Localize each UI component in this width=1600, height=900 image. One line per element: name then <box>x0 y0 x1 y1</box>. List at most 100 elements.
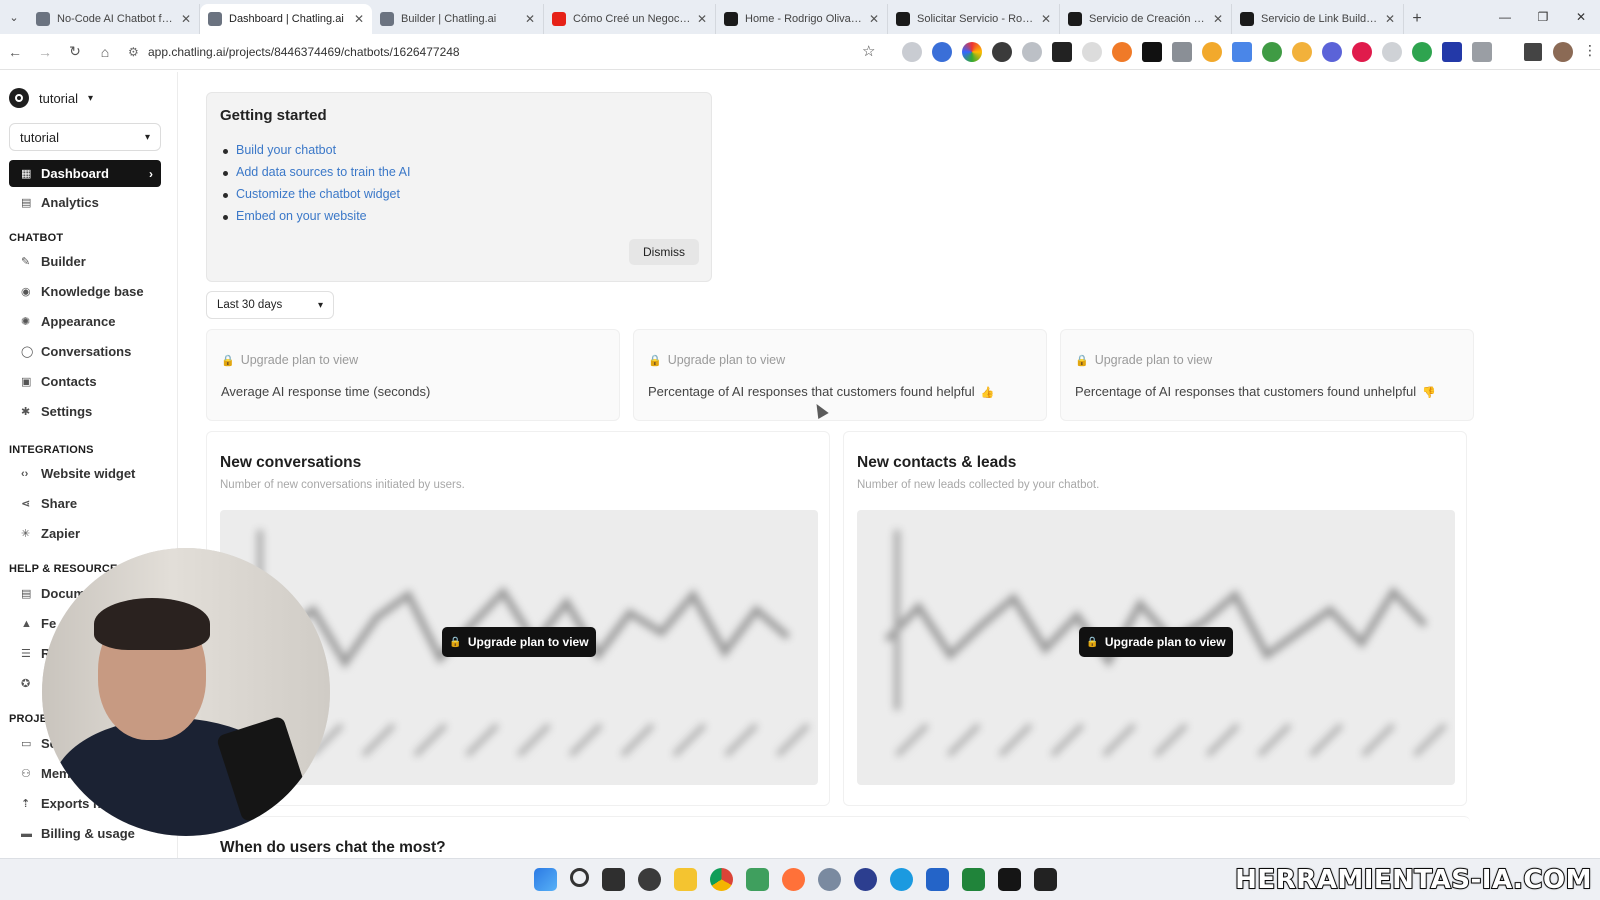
tab-close-icon[interactable]: ✕ <box>1213 12 1223 26</box>
ext-icon-f[interactable] <box>1052 42 1072 62</box>
close-window-icon[interactable]: ✕ <box>1562 0 1600 34</box>
ext-icon-m4[interactable] <box>1142 42 1162 62</box>
sidebar-item-dashboard[interactable]: ▦ Dashboard › <box>9 160 161 187</box>
sidebar-item-zapier[interactable]: ✳ Zapier <box>9 520 161 547</box>
metric-card: 🔒 Upgrade plan to view Percentage of AI re… <box>1060 329 1474 421</box>
reading-list-icon[interactable] <box>1524 43 1542 61</box>
getting-started-link[interactable]: Build your chatbot <box>222 143 410 165</box>
tab-close-icon[interactable]: ✕ <box>181 12 191 26</box>
search-icon[interactable] <box>570 868 589 887</box>
ext-icon-badge[interactable] <box>1202 42 1222 62</box>
ext-icon-orange[interactable] <box>1112 42 1132 62</box>
getting-started-link[interactable]: Embed on your website <box>222 209 410 231</box>
browser-tab[interactable]: Solicitar Servicio - Rodrig ✕ <box>888 4 1060 34</box>
address-bar[interactable]: ⚙ app.chatling.ai/projects/8446374469/ch… <box>128 39 888 65</box>
upgrade-plan-button[interactable]: 🔒 Upgrade plan to view <box>442 627 596 657</box>
getting-started-link[interactable]: Customize the chatbot widget <box>222 187 410 209</box>
metric-upgrade-link[interactable]: 🔒 Upgrade plan to view <box>648 353 785 367</box>
tab-close-icon[interactable]: ✕ <box>1041 12 1051 26</box>
ext-icon-green[interactable] <box>1262 42 1282 62</box>
site-info-icon[interactable]: ⚙ <box>128 45 148 59</box>
blurred-tick <box>1257 723 1292 757</box>
sidebar-item-contacts[interactable]: ▣ Contacts <box>9 368 161 395</box>
profile-avatar[interactable] <box>1553 42 1573 62</box>
headphones-icon[interactable] <box>854 868 877 891</box>
settings-icon[interactable] <box>818 868 841 891</box>
tab-close-icon[interactable]: ✕ <box>869 12 879 26</box>
tab-close-icon[interactable]: ✕ <box>697 12 707 26</box>
sidebar-item-website-widget[interactable]: ‹› Website widget <box>9 460 161 487</box>
workspace-switcher[interactable]: tutorial ▾ <box>9 88 93 108</box>
minimize-icon[interactable]: — <box>1486 0 1524 34</box>
tab-close-icon[interactable]: ✕ <box>525 12 535 26</box>
ext-icon-purple[interactable] <box>1322 42 1342 62</box>
browser-tab[interactable]: Home - Rodrigo Olivares ✕ <box>716 4 888 34</box>
graph-title: New conversations <box>220 454 362 471</box>
sidebar-item-conversations[interactable]: ◯ Conversations <box>9 338 161 365</box>
metric-upgrade-link[interactable]: 🔒 Upgrade plan to view <box>221 353 358 367</box>
sidebar-item-builder[interactable]: ✎ Builder <box>9 248 161 275</box>
start-icon[interactable] <box>534 868 557 891</box>
back-icon[interactable]: ← <box>0 37 30 67</box>
tab-close-icon[interactable]: ✕ <box>1385 12 1395 26</box>
ext-icon-blue[interactable] <box>932 42 952 62</box>
sidebar-item-knowledge-base[interactable]: ◉ Knowledge base <box>9 278 161 305</box>
ext-icon-color[interactable] <box>962 42 982 62</box>
camera-ext-icon[interactable] <box>902 42 922 62</box>
metric-upgrade-text: Upgrade plan to view <box>667 353 786 367</box>
blurred-tick <box>776 723 810 757</box>
ext-icon-grey[interactable] <box>1082 42 1102 62</box>
date-range-select[interactable]: Last 30 days ▾ <box>206 291 334 319</box>
dismiss-button[interactable]: Dismiss <box>629 239 699 265</box>
ext-icon-brackets[interactable] <box>1172 42 1192 62</box>
blurred-tick <box>1154 723 1188 757</box>
xbox-icon[interactable] <box>962 868 985 891</box>
sidebar-item-analytics[interactable]: ▤ Analytics <box>9 189 161 216</box>
ext-icon-dark[interactable] <box>992 42 1012 62</box>
ext-icon-yellow[interactable] <box>1292 42 1312 62</box>
upgrade-plan-button[interactable]: 🔒 Upgrade plan to view <box>1079 627 1233 657</box>
new-tab-button[interactable]: + <box>1404 4 1430 34</box>
app-icon-green[interactable] <box>746 868 769 891</box>
browser-tab[interactable]: Dashboard | Chatling.ai ✕ <box>200 4 372 34</box>
bookmark-star-icon[interactable]: ☆ <box>862 42 875 60</box>
browser-tab[interactable]: Servicio de Link Building ✕ <box>1232 4 1404 34</box>
tab-search-icon[interactable]: ⌄ <box>0 0 28 34</box>
firefox-icon[interactable] <box>782 868 805 891</box>
notepad-icon[interactable] <box>926 868 949 891</box>
metric-upgrade-link[interactable]: 🔒 Upgrade plan to view <box>1075 353 1212 367</box>
getting-started-link[interactable]: Add data sources to train the AI <box>222 165 410 187</box>
tab-close-icon[interactable]: ✕ <box>354 12 364 26</box>
tab-title: No-Code AI Chatbot for W <box>57 13 175 25</box>
capcut-icon[interactable] <box>998 868 1021 891</box>
sidebar-item-share[interactable]: ⋖ Share <box>9 490 161 517</box>
edge-icon[interactable] <box>890 868 913 891</box>
browser-menu-icon[interactable]: ⋮ <box>1583 42 1597 59</box>
browser-tab[interactable]: Cómo Creé un Negocio d ✕ <box>544 4 716 34</box>
extensions-puzzle-icon[interactable] <box>1472 42 1492 62</box>
browser-tab[interactable]: No-Code AI Chatbot for W ✕ <box>28 4 200 34</box>
zoom-ext-icon[interactable] <box>1022 42 1042 62</box>
doc-icon: ▤ <box>21 588 32 600</box>
app-icon-dark[interactable] <box>638 868 661 891</box>
sidebar-item-appearance[interactable]: ✺ Appearance <box>9 308 161 335</box>
webcam-overlay <box>42 548 330 836</box>
pinterest-ext-icon[interactable] <box>1352 42 1372 62</box>
task-view-icon[interactable] <box>602 868 625 891</box>
project-select[interactable]: tutorial ▾ <box>9 123 161 151</box>
sidebar-item-settings[interactable]: ✱ Settings <box>9 398 161 425</box>
chrome-icon[interactable] <box>710 868 733 891</box>
app-icon-black[interactable] <box>1034 868 1057 891</box>
browser-tab[interactable]: Servicio de Creación de C ✕ <box>1060 4 1232 34</box>
forward-icon[interactable]: → <box>30 37 60 67</box>
restore-icon[interactable]: ❐ <box>1524 0 1562 34</box>
translate-ext-icon[interactable] <box>1232 42 1252 62</box>
file-explorer-icon[interactable] <box>674 868 697 891</box>
book-icon: ◉ <box>21 286 31 298</box>
reload-icon[interactable]: ↻ <box>60 37 90 67</box>
ext-icon-navy[interactable] <box>1442 42 1462 62</box>
home-icon[interactable]: ⌂ <box>90 37 120 67</box>
browser-tab[interactable]: Builder | Chatling.ai ✕ <box>372 4 544 34</box>
ext-icon-plus[interactable] <box>1412 42 1432 62</box>
ext-icon-light[interactable] <box>1382 42 1402 62</box>
